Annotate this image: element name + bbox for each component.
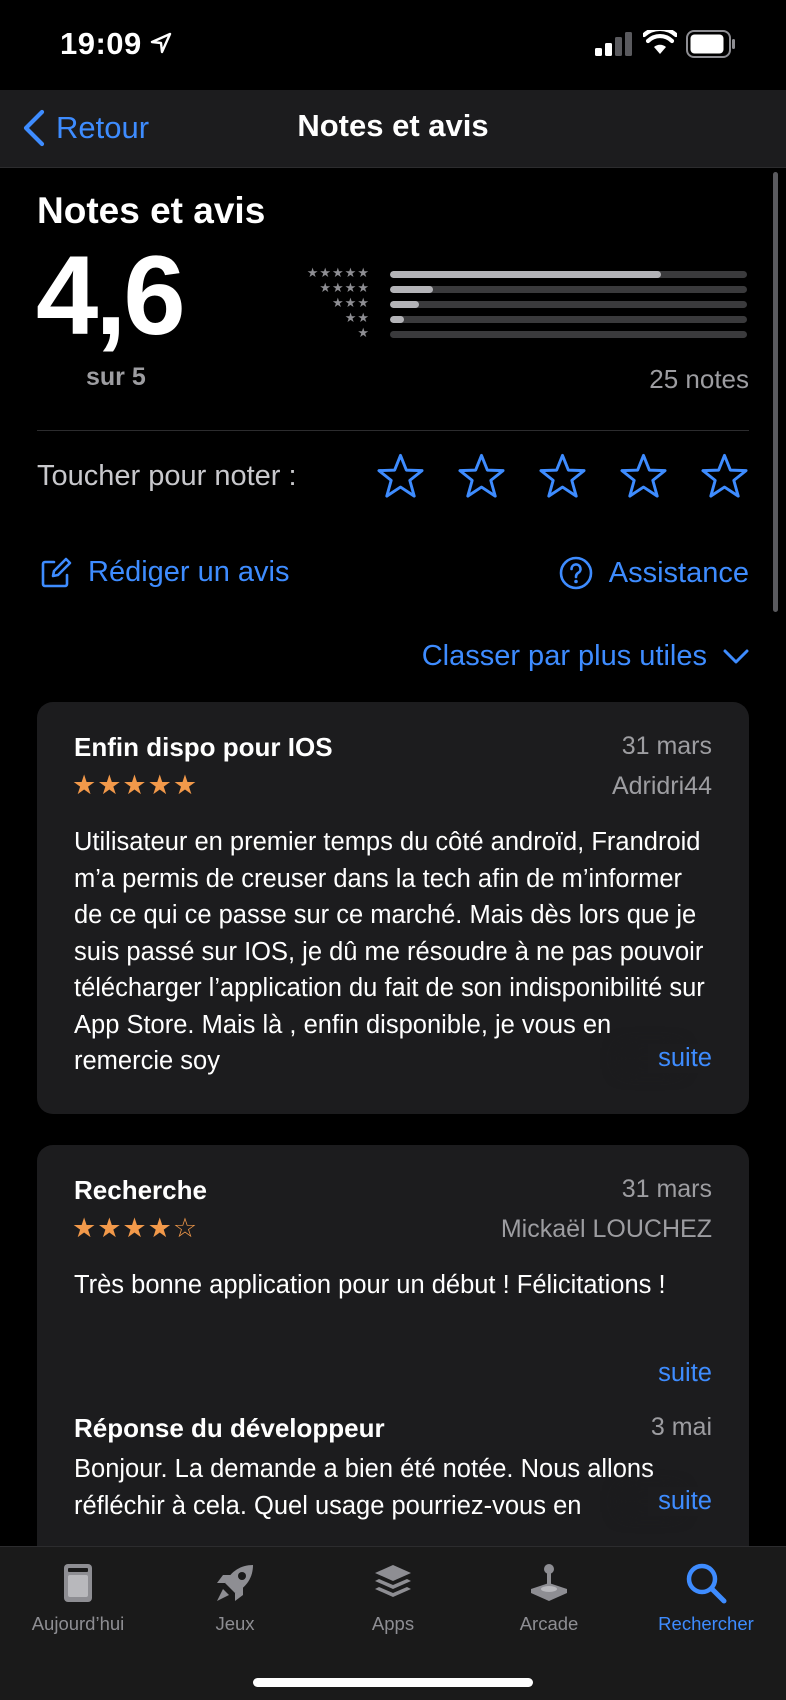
rate-star-3-button[interactable]	[538, 452, 587, 500]
histogram-bar-track	[390, 331, 747, 338]
review-author: Adridri44	[611, 772, 712, 800]
tab-bar: Aujourd’hui Jeux Apps Arcade Rechercher	[0, 1546, 786, 1700]
histogram-stars-label: ★	[357, 325, 370, 340]
histogram-bar-track	[390, 271, 747, 278]
tab-today[interactable]: Aujourd’hui	[8, 1561, 148, 1635]
joystick-icon	[531, 1564, 567, 1601]
tab-apps[interactable]: Apps	[323, 1561, 463, 1635]
review-star-rating: ★★★★★	[72, 770, 199, 800]
histogram-stars-label: ★★★	[332, 295, 370, 310]
tap-to-rate-label: Toucher pour noter :	[37, 460, 297, 492]
sort-label: Classer par plus utiles	[421, 640, 707, 672]
review-star-rating: ★★★★☆	[72, 1213, 199, 1243]
tab-search[interactable]: Rechercher	[636, 1561, 776, 1635]
home-indicator[interactable]	[253, 1678, 533, 1687]
tab-games[interactable]: Jeux	[165, 1561, 305, 1635]
histogram-bar-fill	[390, 301, 419, 308]
tap-to-rate-stars	[376, 452, 749, 500]
histogram-bar-track	[390, 301, 747, 308]
support-button[interactable]: Assistance	[559, 556, 749, 590]
histogram-bar-fill	[390, 271, 662, 278]
review-body: Utilisateur en premier temps du côté and…	[74, 828, 705, 1075]
wifi-icon	[643, 30, 677, 54]
histogram-bar-track	[390, 286, 747, 293]
cellular-signal-icon	[595, 32, 632, 56]
ratings-count: 25 notes	[649, 364, 749, 394]
tab-label: Apps	[371, 1613, 415, 1634]
developer-response-body: Bonjour. La demande a bien été notée. No…	[74, 1455, 654, 1520]
review-author: Mickaël LOUCHEZ	[500, 1215, 712, 1243]
divider	[37, 430, 749, 431]
review-title: Recherche	[74, 1175, 207, 1205]
chevron-down-icon	[723, 649, 749, 663]
compose-icon	[41, 557, 72, 587]
tab-label: Arcade	[519, 1613, 579, 1634]
review-title: Enfin dispo pour IOS	[74, 732, 333, 762]
rating-out-of: sur 5	[86, 363, 146, 391]
review-more-link[interactable]: suite	[648, 1359, 712, 1388]
developer-response-date: 3 mai	[650, 1413, 712, 1441]
status-time: 19:09	[60, 26, 142, 61]
rocket-icon	[217, 1565, 253, 1601]
tab-arcade[interactable]: Arcade	[479, 1561, 619, 1635]
location-arrow-icon	[150, 32, 172, 54]
histogram-row-1: ★	[298, 325, 750, 342]
rate-star-4-button[interactable]	[619, 452, 668, 500]
navigation-bar: Retour Notes et avis	[0, 90, 786, 168]
status-bar: 19:09	[0, 0, 786, 90]
support-label: Assistance	[608, 556, 749, 589]
histogram-stars-label: ★★★★	[319, 280, 370, 295]
nav-title: Notes et avis	[297, 108, 489, 143]
histogram-bar-track	[390, 316, 747, 323]
review-date: 31 mars	[621, 732, 712, 760]
sort-button[interactable]: Classer par plus utiles	[422, 640, 749, 673]
question-circle-icon	[559, 556, 593, 590]
developer-response-title: Réponse du développeur	[74, 1413, 385, 1443]
today-icon	[64, 1564, 92, 1602]
histogram-stars-label: ★★★★★	[306, 265, 370, 280]
developer-response-more-link[interactable]: suite	[648, 1487, 712, 1516]
write-review-label: Rédiger un avis	[88, 556, 290, 588]
review-body: Très bonne application pour un début ! F…	[74, 1271, 666, 1299]
search-icon	[686, 1563, 727, 1604]
apps-stack-icon	[375, 1565, 411, 1597]
tab-label: Jeux	[215, 1613, 255, 1634]
rate-star-1-button[interactable]	[376, 452, 425, 500]
ratings-reviews-scroll-view[interactable]: Notes et avis 4,6 sur 5 ★★★★★ ★★★★ ★★★ ★…	[0, 168, 786, 1546]
review-date: 31 mars	[621, 1175, 712, 1203]
rate-star-2-button[interactable]	[457, 452, 506, 500]
histogram-bar-fill	[390, 286, 433, 293]
average-rating: 4,6	[36, 233, 186, 358]
scroll-indicator[interactable]	[773, 172, 778, 612]
tab-label: Rechercher	[658, 1613, 754, 1634]
rate-star-5-button[interactable]	[700, 452, 749, 500]
review-card[interactable]: Enfin dispo pour IOS 31 mars ★★★★★ Adrid…	[37, 702, 749, 1114]
write-review-button[interactable]: Rédiger un avis	[40, 556, 290, 589]
histogram-stars-label: ★★	[344, 310, 370, 325]
section-title: Notes et avis	[37, 190, 266, 231]
review-card[interactable]: Recherche 31 mars ★★★★☆ Mickaël LOUCHEZ …	[37, 1145, 749, 1546]
review-more-link[interactable]: suite	[648, 1044, 712, 1073]
histogram-bar-fill	[390, 316, 405, 323]
tab-label: Aujourd’hui	[31, 1613, 125, 1634]
battery-icon	[686, 30, 735, 58]
